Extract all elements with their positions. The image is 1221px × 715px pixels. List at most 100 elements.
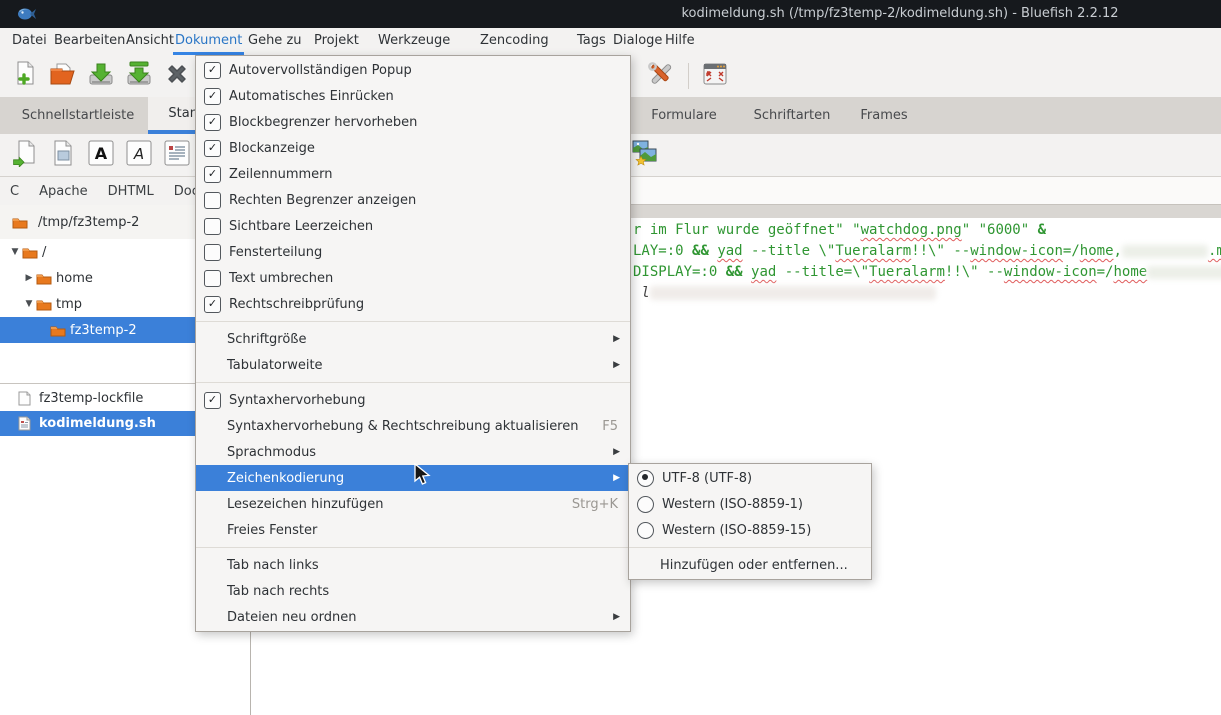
checkbox-unchecked-icon [204, 270, 221, 287]
menu-item-rechten-begrenzer-anzeigen[interactable]: Rechten Begrenzer anzeigen [196, 187, 630, 213]
tree-item-label: fz3temp-2 [70, 323, 137, 338]
expander-open-icon[interactable]: ▼ [22, 299, 36, 309]
menu-item-label: Zeilennummern [229, 167, 620, 182]
checkbox-checked-icon: ✓ [204, 88, 221, 105]
menubar-item-dialoge[interactable]: Dialoge [611, 28, 664, 52]
menu-item-zeilennummern[interactable]: ✓Zeilennummern [196, 161, 630, 187]
checkbox-unchecked-icon [204, 244, 221, 261]
menubar-item-dokument[interactable]: Dokument [173, 28, 244, 55]
menubar-item-gehe-zu[interactable]: Gehe zu [246, 28, 304, 52]
code-segment: =/ [1097, 264, 1114, 280]
folder-icon [22, 246, 38, 259]
sidebar-tab-dhtml[interactable]: DHTML [108, 184, 154, 199]
submenu-arrow-icon: ▶ [613, 447, 620, 457]
close-button[interactable] [160, 60, 194, 92]
menu-item-syntaxhervorhebung[interactable]: ✓Syntaxhervorhebung [196, 387, 630, 413]
menu-item-freies-fenster[interactable]: Freies Fenster [196, 517, 630, 543]
menu-item-western-iso-8859-15[interactable]: Western (ISO-8859-15) [629, 517, 871, 543]
menubar-item-projekt[interactable]: Projekt [312, 28, 361, 52]
menu-item-rechtschreibprüfung[interactable]: ✓Rechtschreibprüfung [196, 291, 630, 317]
menu-item-fensterteilung[interactable]: Fensterteilung [196, 239, 630, 265]
menu-item-schriftgröße[interactable]: Schriftgröße▶ [196, 326, 630, 352]
new-file-button[interactable] [8, 60, 42, 92]
dokument-menu: ✓Autovervollständigen Popup✓Automatische… [195, 55, 631, 632]
italic-button[interactable]: A [122, 139, 156, 171]
code-segment: Tueralarm [869, 264, 945, 280]
bold-button[interactable]: A [84, 139, 118, 171]
save-as-button[interactable] [122, 60, 156, 92]
fullscreen-icon [702, 62, 728, 90]
menu-item-label: Lesezeichen hinzufügen [227, 497, 572, 512]
titlebar[interactable]: kodimeldung.sh (/tmp/fz3temp-2/kodimeldu… [0, 0, 1221, 28]
menu-item-lesezeichen-hinzufügen[interactable]: Lesezeichen hinzufügenStrg+K [196, 491, 630, 517]
open-folder-icon [49, 61, 77, 91]
menubar-item-bearbeiten[interactable]: Bearbeiten [52, 28, 127, 52]
menu-item-label: Tabulatorweite [227, 358, 607, 373]
expander-open-icon[interactable]: ▼ [8, 247, 22, 257]
menu-lead-spacer [204, 419, 219, 434]
menu-item-autovervollständigen-popup[interactable]: ✓Autovervollständigen Popup [196, 57, 630, 83]
menu-item-sichtbare-leerzeichen[interactable]: Sichtbare Leerzeichen [196, 213, 630, 239]
menu-item-tab-nach-links[interactable]: Tab nach links [196, 552, 630, 578]
menubar-item-tags[interactable]: Tags [575, 28, 608, 52]
checkbox-checked-icon: ✓ [204, 114, 221, 131]
code-segment: watchdog.png [861, 222, 962, 238]
preferences-button[interactable] [643, 60, 677, 92]
menubar-item-ansicht[interactable]: Ansicht [124, 28, 176, 52]
menubar-item-datei[interactable]: Datei [10, 28, 49, 52]
menu-item-label: Sprachmodus [227, 445, 607, 460]
menu-item-dateien-neu-ordnen[interactable]: Dateien neu ordnen▶ [196, 604, 630, 630]
menu-lead-spacer [204, 471, 219, 486]
checkbox-checked-icon: ✓ [204, 296, 221, 313]
menu-item-tab-nach-rechts[interactable]: Tab nach rechts [196, 578, 630, 604]
paragraph-icon [163, 139, 191, 171]
folder-icon [36, 272, 52, 285]
menu-item-text-umbrechen[interactable]: Text umbrechen [196, 265, 630, 291]
open-file-button[interactable] [46, 60, 80, 92]
code-segment: .myicons/ [1208, 243, 1221, 259]
redacted-blur [650, 286, 936, 300]
checkbox-unchecked-icon [204, 192, 221, 209]
quickstart-button[interactable] [8, 139, 42, 171]
code-segment: " "6000" [962, 222, 1038, 238]
body-button[interactable] [46, 139, 80, 171]
menu-lead-spacer [637, 558, 652, 573]
menu-item-tabulatorweite[interactable]: Tabulatorweite▶ [196, 352, 630, 378]
image-wizard-button[interactable] [628, 139, 662, 171]
toolbar-tab-schnellstartleiste[interactable]: Schnellstartleiste [8, 97, 148, 134]
checkbox-checked-icon: ✓ [204, 140, 221, 157]
menu-item-syntaxhervorhebung-rechtschreibung-aktualisieren[interactable]: Syntaxhervorhebung & Rechtschreibung akt… [196, 413, 630, 439]
sidebar-tab-apache[interactable]: Apache [39, 184, 88, 199]
menu-item-sprachmodus[interactable]: Sprachmodus ▶ [196, 439, 630, 465]
menu-item-western-iso-8859-1[interactable]: Western (ISO-8859-1) [629, 491, 871, 517]
toolbar-tab-frames[interactable]: Frames [848, 97, 920, 134]
menu-item-hinzufügen-oder-entfernen[interactable]: Hinzufügen oder entfernen... [629, 552, 871, 578]
sidebar-tab-c[interactable]: C [10, 184, 19, 199]
checkbox-checked-icon: ✓ [204, 62, 221, 79]
menu-item-label: Syntaxhervorhebung & Rechtschreibung akt… [227, 419, 602, 434]
menubar-item-werkzeuge[interactable]: Werkzeuge [376, 28, 452, 52]
menubar-item-zencoding[interactable]: Zencoding [478, 28, 551, 52]
fullscreen-button[interactable] [698, 60, 732, 92]
menu-item-blockbegrenzer-hervorheben[interactable]: ✓Blockbegrenzer hervorheben [196, 109, 630, 135]
menu-item-zeichenkodierung[interactable]: Zeichenkodierung▶ [196, 465, 630, 491]
menu-lead-spacer [204, 610, 219, 625]
body-icon [50, 139, 76, 171]
paragraph-button[interactable] [160, 139, 194, 171]
save-button[interactable] [84, 60, 118, 92]
toolbar-tab-formulare[interactable]: Formulare [630, 97, 738, 134]
menu-item-label: Fensterteilung [229, 245, 620, 260]
menu-item-label: Text umbrechen [229, 271, 620, 286]
toolbar-tab-schriftarten[interactable]: Schriftarten [738, 97, 846, 134]
radio-selected-icon [637, 470, 654, 487]
menu-item-automatisches-einrücken[interactable]: ✓Automatisches Einrücken [196, 83, 630, 109]
checkbox-checked-icon: ✓ [204, 392, 221, 409]
menu-item-blockanzeige[interactable]: ✓Blockanzeige [196, 135, 630, 161]
menu-item-utf-8-utf-8[interactable]: UTF-8 (UTF-8) [629, 465, 871, 491]
shortcut-label: Strg+K [572, 497, 618, 512]
menubar-item-hilfe[interactable]: Hilfe [663, 28, 697, 52]
expander-closed-icon[interactable]: ▶ [22, 273, 36, 283]
code-segment: window-icon [970, 243, 1063, 259]
code-segment: l [633, 285, 650, 301]
menu-lead-spacer [204, 584, 219, 599]
